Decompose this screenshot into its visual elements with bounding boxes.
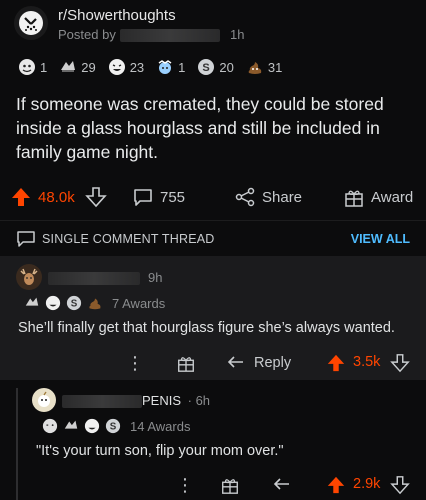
- upvote-arrow-icon[interactable]: [10, 186, 32, 208]
- award-item: 29: [59, 58, 96, 76]
- comment-time: 9h: [148, 270, 163, 285]
- laughing-award-icon: [45, 295, 61, 311]
- redacted-username[interactable]: [120, 29, 220, 42]
- award-label: Award: [371, 188, 414, 206]
- comments-button[interactable]: 755: [132, 186, 185, 208]
- upvote-arrow-icon[interactable]: [326, 475, 346, 495]
- comment-username-suffix[interactable]: PENIS · 6h: [142, 393, 210, 408]
- award-count: 1: [40, 59, 48, 75]
- reply-button[interactable]: Reply: [226, 350, 291, 376]
- vote-group: 48.0k: [10, 186, 107, 208]
- reply-label: Reply: [254, 355, 292, 371]
- svg-text:S: S: [203, 62, 210, 74]
- svg-text:S: S: [71, 299, 78, 310]
- comment-text: She’ll finally get that hourglass figure…: [18, 320, 395, 336]
- post-actions: 48.0k 755 Share Award: [0, 176, 426, 218]
- snoo-avatar-icon: [38, 391, 50, 407]
- view-all-link[interactable]: VIEW ALL: [351, 232, 410, 246]
- share-icon: [235, 187, 255, 207]
- svg-text:S: S: [110, 422, 117, 433]
- awards-count-label: 7 Awards: [112, 295, 166, 311]
- downvote-arrow-icon[interactable]: [390, 475, 410, 495]
- award-item: 1: [156, 58, 185, 76]
- ghost-award-icon: [19, 59, 35, 75]
- wink-award-icon: [42, 418, 58, 434]
- award-count: 20: [219, 59, 234, 75]
- reply-arrow-icon: [227, 356, 243, 368]
- silver-coin-award-icon: S: [105, 418, 121, 434]
- comment-highlighted: 9h S 7 Awards She’ll finally get that ho…: [0, 256, 426, 380]
- post-header: r/Showerthoughts Posted by 1h: [0, 0, 426, 50]
- reply-arrow-icon[interactable]: [272, 476, 292, 494]
- deer-avatar-icon: [20, 268, 38, 285]
- post-vote-count: 48.0k: [38, 188, 75, 206]
- mindblown-award-icon: [158, 60, 172, 74]
- avatar[interactable]: [32, 388, 56, 412]
- upvote-arrow-icon[interactable]: [326, 353, 346, 373]
- subreddit-name[interactable]: r/Showerthoughts: [58, 7, 176, 24]
- post-awards[interactable]: 1 29 23 1 S 20 31: [18, 55, 290, 79]
- comment-reply: PENIS · 6h S 14 Awards "It's your turn s…: [0, 380, 426, 500]
- more-options-icon[interactable]: ⋮: [126, 350, 144, 376]
- comment-time: · 6h: [187, 393, 211, 408]
- laughing-award-icon: [108, 59, 125, 75]
- award-count: 1: [178, 59, 186, 75]
- comment-score: 2.9k: [353, 476, 381, 492]
- post-time: 1h: [230, 27, 245, 42]
- comment-score: 3.5k: [353, 354, 381, 370]
- hands-award-icon: [64, 420, 78, 429]
- single-thread-bar: SINGLE COMMENT THREAD VIEW ALL: [0, 220, 426, 257]
- comment-text: "It's your turn son, flip your mom over.…: [36, 443, 284, 459]
- gift-icon[interactable]: [220, 475, 240, 495]
- redacted-username[interactable]: [48, 272, 140, 285]
- single-thread-label: SINGLE COMMENT THREAD: [42, 232, 215, 246]
- posted-by-label: Posted by: [58, 27, 116, 42]
- award-item: 1: [18, 58, 47, 76]
- award-item: 31: [246, 58, 282, 76]
- awards-count-label: 14 Awards: [130, 418, 191, 434]
- subreddit-avatar[interactable]: [14, 6, 48, 40]
- downvote-arrow-icon[interactable]: [84, 186, 107, 208]
- comment-awards[interactable]: S 7 Awards: [24, 295, 165, 311]
- award-count: 31: [267, 59, 283, 75]
- post-title[interactable]: If someone was cremated, they could be s…: [16, 92, 412, 164]
- silver-coin-award-icon: S: [66, 295, 82, 311]
- award-button[interactable]: Award: [343, 186, 413, 208]
- hands-award-icon: [61, 61, 76, 72]
- share-button[interactable]: Share: [234, 186, 302, 208]
- redacted-username[interactable]: [62, 395, 142, 408]
- comment-actions: ⋮ Reply 3.5k: [0, 350, 426, 376]
- comment-bubble-icon: [134, 189, 152, 206]
- poop-award-icon: [89, 298, 101, 310]
- hands-award-icon: [25, 297, 39, 306]
- avatar[interactable]: [16, 264, 42, 290]
- username-text: PENIS: [142, 393, 182, 408]
- comments-count: 755: [160, 188, 186, 206]
- comment-awards[interactable]: S 14 Awards: [42, 418, 190, 434]
- silver-coin-award-icon: S: [198, 59, 215, 75]
- award-count: 29: [81, 59, 96, 75]
- posted-by: Posted by: [58, 27, 116, 42]
- downvote-arrow-icon[interactable]: [390, 353, 410, 373]
- award-count: 23: [129, 59, 145, 75]
- award-item: 23: [108, 58, 144, 76]
- more-options-icon[interactable]: ⋮: [176, 472, 194, 498]
- comment-actions: ⋮ 2.9k: [0, 472, 426, 498]
- gift-icon[interactable]: [176, 353, 196, 373]
- award-item: S 20: [197, 58, 234, 76]
- laughing-award-icon: [84, 418, 100, 434]
- comment-bubble-icon: [17, 231, 35, 247]
- gift-icon: [345, 190, 363, 207]
- poop-award-icon: [248, 62, 262, 74]
- shower-icon: [19, 11, 43, 35]
- share-label: Share: [262, 188, 303, 206]
